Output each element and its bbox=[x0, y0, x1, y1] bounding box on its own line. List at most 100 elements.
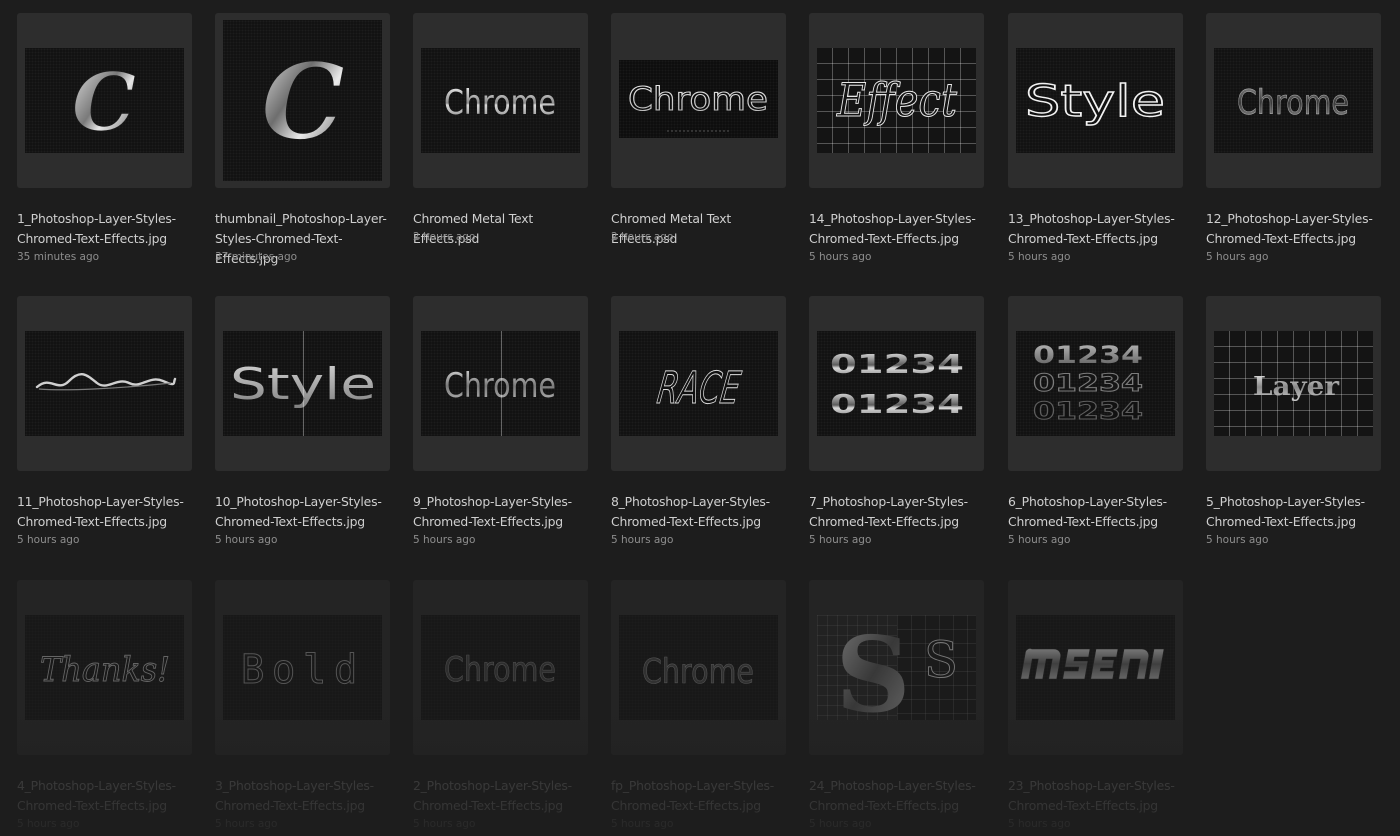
file-thumbnail bbox=[1016, 615, 1175, 720]
file-card[interactable]: Chrome bbox=[413, 580, 588, 755]
file-card[interactable]: 01234 01234 bbox=[809, 296, 984, 471]
file-modified-time: 2 hours ago bbox=[413, 231, 476, 243]
file-thumbnail: Chrome bbox=[619, 60, 778, 138]
file-thumbnail: Chrome bbox=[619, 615, 778, 720]
script-wave-icon bbox=[35, 373, 177, 391]
svg-text:Chrome: Chrome bbox=[444, 650, 556, 690]
file-grid: C 1_Photoshop-Layer-Styles-Chromed-Text-… bbox=[0, 0, 1400, 836]
file-modified-time: 5 hours ago bbox=[611, 534, 674, 546]
svg-text:Chrome: Chrome bbox=[444, 366, 556, 406]
svg-text:Chrome: Chrome bbox=[642, 652, 754, 692]
digits-chrome-icon: 01234 01234 bbox=[830, 350, 964, 420]
thanks-script-icon: Thanks! bbox=[40, 650, 171, 691]
file-thumbnail bbox=[25, 331, 184, 436]
file-modified-time: 5 hours ago bbox=[1008, 251, 1071, 263]
file-modified-time: 5 hours ago bbox=[215, 534, 278, 546]
file-name: 6_Photoshop-Layer-Styles-Chromed-Text-Ef… bbox=[1008, 494, 1167, 529]
effect-script-icon: Effect bbox=[836, 73, 958, 128]
file-modified-time: 5 hours ago bbox=[611, 818, 674, 830]
file-thumbnail: C bbox=[223, 20, 382, 181]
file-thumbnail: Thanks! bbox=[25, 615, 184, 720]
file-name: 4_Photoshop-Layer-Styles-Chromed-Text-Ef… bbox=[17, 778, 176, 813]
file-name: 13_Photoshop-Layer-Styles-Chromed-Text-E… bbox=[1008, 211, 1175, 246]
file-card[interactable]: C bbox=[215, 13, 390, 188]
file-name: 1_Photoshop-Layer-Styles-Chromed-Text-Ef… bbox=[17, 211, 176, 246]
race-italic-icon: RACE bbox=[654, 363, 744, 415]
file-modified-time: 5 hours ago bbox=[215, 818, 278, 830]
file-modified-time: 5 hours ago bbox=[809, 251, 872, 263]
file-card[interactable]: Chrome bbox=[1206, 13, 1381, 188]
file-card[interactable]: Style bbox=[1008, 13, 1183, 188]
logo-chrome-icon bbox=[1020, 648, 1165, 680]
svg-text:Chrome: Chrome bbox=[1237, 83, 1349, 123]
file-modified-time: 5 hours ago bbox=[413, 534, 476, 546]
file-card[interactable]: Chrome bbox=[413, 13, 588, 188]
file-thumbnail: Style bbox=[1016, 48, 1175, 153]
file-thumbnail: Style bbox=[223, 331, 382, 436]
file-card[interactable]: Chrome bbox=[611, 13, 786, 188]
file-card[interactable]: Effect bbox=[809, 13, 984, 188]
file-name: 14_Photoshop-Layer-Styles-Chromed-Text-E… bbox=[809, 211, 976, 246]
svg-text:01234: 01234 bbox=[1033, 341, 1143, 369]
svg-text:Thanks!: Thanks! bbox=[40, 650, 170, 690]
chrome-dim-2-icon: Chrome bbox=[642, 652, 755, 693]
chrome-dim-icon: Chrome bbox=[444, 650, 557, 691]
svg-text:C: C bbox=[72, 55, 136, 149]
file-thumbnail: S S bbox=[817, 615, 976, 720]
file-modified-time: 5 hours ago bbox=[17, 534, 80, 546]
file-modified-time: 5 hours ago bbox=[413, 818, 476, 830]
file-thumbnail: Effect bbox=[817, 48, 976, 153]
file-card[interactable]: C bbox=[17, 13, 192, 188]
svg-text:01234: 01234 bbox=[830, 350, 964, 380]
svg-text:S: S bbox=[924, 631, 958, 689]
file-card[interactable]: S S bbox=[809, 580, 984, 755]
file-thumbnail: 01234 01234 bbox=[817, 331, 976, 436]
file-modified-time: 5 hours ago bbox=[1008, 818, 1071, 830]
file-modified-time: 5 hours ago bbox=[1008, 534, 1071, 546]
svg-text:01234: 01234 bbox=[1033, 397, 1143, 425]
chrome-text-dark-icon: Chrome bbox=[1237, 83, 1350, 124]
svg-text:01234: 01234 bbox=[1033, 369, 1143, 397]
file-name: 12_Photoshop-Layer-Styles-Chromed-Text-E… bbox=[1206, 211, 1373, 246]
chrome-split-icon: Chrome bbox=[444, 366, 556, 406]
file-thumbnail: 01234 01234 01234 bbox=[1016, 331, 1175, 436]
svg-text:Style: Style bbox=[1025, 76, 1165, 127]
letter-c-chrome-icon: C bbox=[72, 55, 136, 150]
file-name: 2_Photoshop-Layer-Styles-Chromed-Text-Ef… bbox=[413, 778, 572, 813]
layer-text-icon: Layer bbox=[1253, 372, 1339, 402]
file-card[interactable] bbox=[1008, 580, 1183, 755]
file-name: 9_Photoshop-Layer-Styles-Chromed-Text-Ef… bbox=[413, 494, 572, 529]
letter-s-icon: S S bbox=[835, 615, 958, 720]
file-thumbnail: Chrome bbox=[421, 331, 580, 436]
file-card[interactable] bbox=[17, 296, 192, 471]
file-modified-time: 5 hours ago bbox=[1206, 534, 1269, 546]
file-name: fp_Photoshop-Layer-Styles-Chromed-Text-E… bbox=[611, 778, 775, 813]
file-thumbnail: Bold bbox=[223, 615, 382, 720]
bold-outline-icon: Bold bbox=[241, 647, 365, 694]
file-thumbnail: Chrome bbox=[421, 48, 580, 153]
file-card[interactable]: 01234 01234 01234 bbox=[1008, 296, 1183, 471]
file-card[interactable]: Thanks! bbox=[17, 580, 192, 755]
svg-text:Chrome: Chrome bbox=[628, 80, 768, 118]
file-card[interactable]: RACE bbox=[611, 296, 786, 471]
file-modified-time: 5 hours ago bbox=[17, 818, 80, 830]
style-split-icon: Style bbox=[230, 359, 376, 410]
file-modified-time: 5 hours ago bbox=[1206, 251, 1269, 263]
svg-text:Chrome: Chrome bbox=[444, 83, 556, 123]
svg-text:Bold: Bold bbox=[241, 647, 365, 693]
file-name: 3_Photoshop-Layer-Styles-Chromed-Text-Ef… bbox=[215, 778, 374, 813]
file-modified-time: 5 hours ago bbox=[809, 534, 872, 546]
file-name: 8_Photoshop-Layer-Styles-Chromed-Text-Ef… bbox=[611, 494, 770, 529]
file-card[interactable]: Style bbox=[215, 296, 390, 471]
chrome-text-icon: Chrome bbox=[444, 83, 556, 123]
file-modified-time: 35 minutes ago bbox=[17, 251, 100, 263]
file-card[interactable]: Layer bbox=[1206, 296, 1381, 471]
file-card[interactable]: Chrome bbox=[413, 296, 588, 471]
file-name: 23_Photoshop-Layer-Styles-Chromed-Text-E… bbox=[1008, 778, 1175, 813]
chrome-text-outline-icon: Chrome bbox=[627, 79, 769, 132]
svg-text:C: C bbox=[262, 40, 345, 163]
file-thumbnail: Layer bbox=[1214, 331, 1373, 436]
file-card[interactable]: Bold bbox=[215, 580, 390, 755]
file-card[interactable]: Chrome bbox=[611, 580, 786, 755]
file-name: 11_Photoshop-Layer-Styles-Chromed-Text-E… bbox=[17, 494, 184, 529]
